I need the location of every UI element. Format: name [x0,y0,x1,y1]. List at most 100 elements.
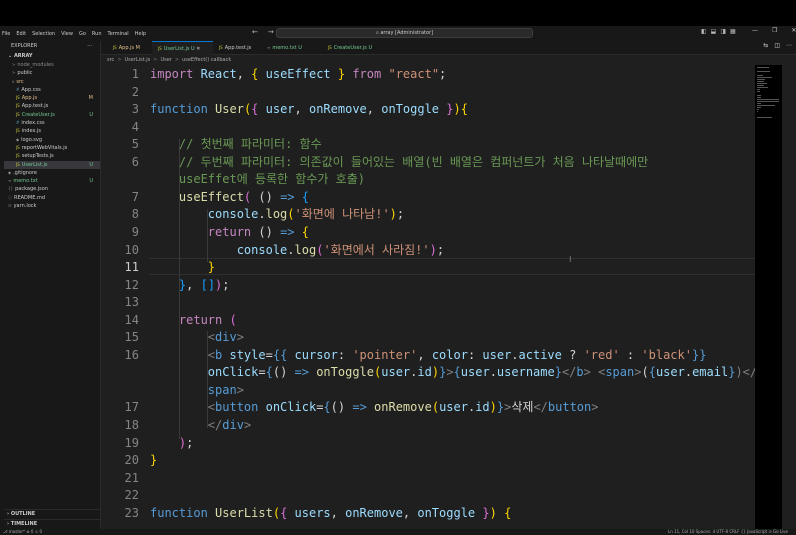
tab-git-mark: U [296,45,302,51]
code-token: user [655,365,685,380]
tree-item-yarn-lock[interactable]: ☷ yarn.lock [4,202,100,210]
code-token: </ [561,365,577,380]
file-icon: JS [16,153,20,159]
tree-item-createuser-js[interactable]: JS CreateUser.js U [4,111,100,119]
code-token: return [150,224,259,239]
editor-tabs: JS App.js M JS UserList.js U ✕ JS App.test.js… [101,41,796,55]
workspace-root[interactable]: ⌄ ARRAY [4,52,100,61]
toggle-sidebar-icon[interactable]: ◧ [701,28,707,35]
code-token: 삭제 [511,400,534,415]
code-token: useEffet에 등록한 함수가 호출) [150,172,365,187]
tree-item-name: App.css [21,86,41,93]
minimap-line [757,101,779,102]
tree-item-readme-md[interactable]: ⓘ README.md [4,194,100,202]
tree-item-package-json[interactable]: {} package.json [4,185,100,193]
minimap[interactable] [755,65,782,118]
tree-item-setuptests-js[interactable]: JS setupTests.js [4,152,100,160]
compare-icon[interactable]: ⇆ [763,42,768,49]
menu-item-edit[interactable]: Edit [16,31,26,37]
tab-label: App.test.js [224,45,252,51]
code-token: ( [431,400,440,415]
file-icon: ◆ [16,136,20,142]
tree-item-app-css[interactable]: # App.css [4,86,100,94]
forward-arrow-icon[interactable]: → [268,28,274,36]
menu-item-help[interactable]: Help [135,31,146,37]
close-icon[interactable]: ✕ [195,46,200,52]
tree-item-name: package.json [15,186,49,193]
code-token: onRemove [345,505,403,520]
code-token: { [496,505,512,520]
tree-item-name: node_modules [17,62,54,68]
breadcrumb: src > UserList.js > User > useEffect() callbac… [101,55,796,65]
breadcrumb-item[interactable]: useEffect() callback [182,57,231,63]
breadcrumb-item[interactable]: User [160,57,171,63]
code-token: id [475,400,490,415]
more-actions-icon[interactable]: ⋯ [786,42,792,49]
tree-item-app-js[interactable]: JS App.js M [4,94,100,102]
tree-item-app-test-js[interactable]: JS App.test.js [4,102,100,110]
command-center-search[interactable]: ⌕ array [Administrator] [276,28,533,38]
code-token: div [215,330,237,345]
code-token: ; [439,67,447,81]
breadcrumb-item[interactable]: UserList.js [125,57,151,63]
file-icon: JS [328,45,332,50]
split-editor-icon[interactable]: ◫ [774,42,780,49]
breadcrumb-separator-icon: > [174,57,180,63]
code-text: <button onClick={() => onRemove(user.id)… [150,399,599,417]
tab-memo-txt[interactable]: ≡ memo.txt U [261,41,322,55]
toggle-panel-icon[interactable]: ⬓ [711,28,717,35]
minimap-line [757,67,770,68]
tree-item-userlist-js[interactable]: JS UserList.js U [4,160,100,169]
code-editor[interactable]: 1 import React, { useEffect } from "react… [101,65,755,530]
tree-item-label: JS CreateUser.js [16,111,55,119]
restore-icon[interactable]: ❐ [772,27,777,34]
code-token: onToggle [308,365,375,380]
tree-item-memo-txt[interactable]: ≡ memo.txt U [4,177,100,185]
tab-createuser-js[interactable]: JS CreateUser.js U [322,41,380,55]
menu-item-selection[interactable]: Selection [32,31,55,37]
tree-item-reportwebvitals-js[interactable]: JS reportWebVitals.js [4,144,100,152]
status-right[interactable]: Ln 11, Col 10 Spaces: 4 UTF-8 CRLF {} Ja… [668,529,788,534]
timeline-section[interactable]: › TIMELINE [4,519,101,528]
tab-app-js[interactable]: JS App.js M [107,41,152,55]
tab-label: CreateUser.js [333,45,367,51]
minimap-line [757,117,772,118]
breadcrumb-item[interactable]: src [107,57,114,63]
tree-item-src[interactable]: v src [4,78,100,86]
window-controls: — ❐ ✕ [752,27,796,34]
close-icon[interactable]: ✕ [791,27,796,34]
code-token: , [186,277,201,292]
customize-layout-icon[interactable]: ▦ [730,28,736,35]
outline-section[interactable]: › OUTLINE [4,509,101,518]
tree-item-logo-svg[interactable]: ◆ logo.svg [4,136,100,144]
tree-item-label: JS index.js [16,127,41,135]
code-token: log [294,242,317,257]
minimap-line [757,91,761,92]
code-token: } [482,505,490,520]
menu-item-terminal[interactable]: Terminal [108,31,129,37]
code-token: button [215,400,266,415]
minimize-icon[interactable]: — [752,27,758,34]
code-token: span [150,382,237,397]
code-token: [] [200,277,216,292]
menu-item-run[interactable]: Run [92,31,102,37]
menu-item-go[interactable]: Go [79,31,86,37]
menu-item-view[interactable]: View [61,31,73,37]
code-text: console.log('화면에서 사라짐!'); [150,242,444,260]
tree-item-node-modules[interactable]: > node_modules [4,61,100,69]
tab-app-test-js[interactable]: JS App.test.js [213,41,261,55]
tree-item--gitignore[interactable]: ◆ .gitignore [4,169,100,177]
tree-item-index-js[interactable]: JS index.js [4,127,100,135]
tree-item-public[interactable]: > public [4,69,100,77]
tab-userlist-js[interactable]: JS UserList.js U ✕ [152,41,213,55]
more-actions-icon[interactable]: ··· [87,41,92,52]
code-token: => [352,400,367,415]
code-token: ) [489,400,497,415]
toggle-secondary-sidebar-icon[interactable]: ◨ [720,28,726,35]
status-left[interactable]: ⎇ master* ⊗ 0 ⚠ 0 [3,529,42,534]
menu-item-file[interactable]: File [2,31,10,37]
vertical-scrollbar[interactable] [782,65,796,530]
back-arrow-icon[interactable]: ← [252,28,258,36]
tree-item-index-css[interactable]: # index.css [4,119,100,127]
